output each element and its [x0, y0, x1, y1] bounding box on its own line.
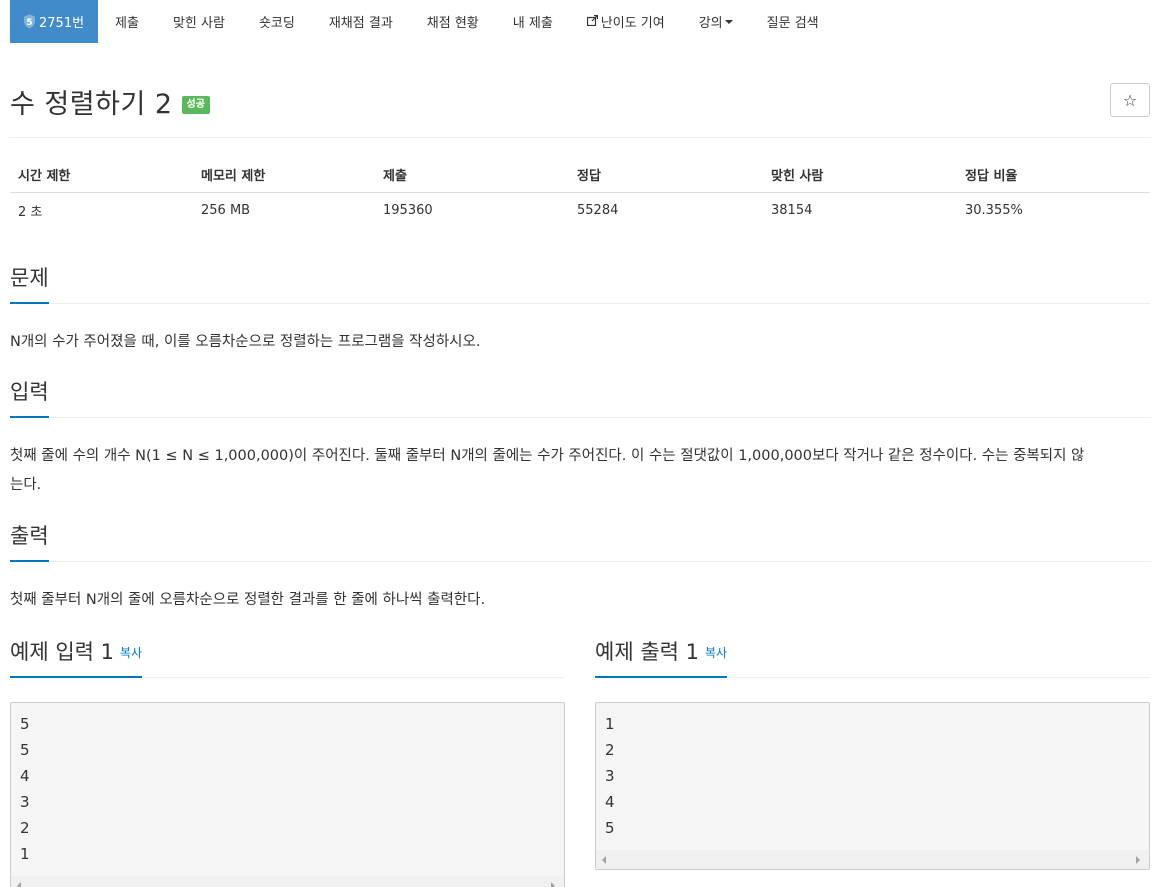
- tab-rejudge-results-label: 재채점 결과: [328, 16, 393, 31]
- sample-input-line: 1: [20, 845, 30, 863]
- tab-submit[interactable]: 제출: [98, 0, 156, 43]
- sample-output-line: 4: [605, 793, 615, 811]
- sample-input-line: 5: [20, 741, 30, 759]
- header-accepted: 정답: [569, 158, 763, 193]
- table-row: 2 초 256 MB 195360 55284 38154 30.355%: [10, 192, 1150, 228]
- tab-problem[interactable]: 5 2751번: [10, 0, 99, 43]
- sample-input-line: 3: [20, 793, 30, 811]
- tab-problem-label: 2751번: [39, 16, 85, 31]
- input-heading: 입력: [10, 376, 49, 418]
- header-time-limit: 시간 제한: [10, 158, 193, 193]
- tab-question-search[interactable]: 질문 검색: [750, 0, 836, 43]
- header-accept-ratio: 정답 비율: [957, 158, 1150, 193]
- solvers-value: 38154: [771, 202, 813, 218]
- description-heading: 문제: [10, 262, 49, 304]
- time-limit-value: 2 초: [18, 204, 43, 220]
- input-section: 입력 첫째 줄에 수의 개수 N(1 ≤ N ≤ 1,000,000)이 주어진…: [10, 376, 1150, 500]
- input-text-line-2: 는다.: [10, 477, 42, 493]
- tab-judge-status[interactable]: 채점 현황: [410, 0, 496, 43]
- page-title: 수 정렬하기 2: [10, 89, 173, 120]
- header-submissions: 제출: [375, 158, 569, 193]
- sample-output-box[interactable]: 1 2 3 4 5: [595, 702, 1150, 870]
- header-memory-limit: 메모리 제한: [193, 158, 375, 193]
- copy-sample-output-button[interactable]: 복사: [705, 646, 727, 660]
- tab-short-coding[interactable]: 숏코딩: [242, 0, 312, 43]
- output-heading: 출력: [10, 520, 49, 562]
- sample-input-line: 2: [20, 819, 30, 837]
- tab-lectures-label: 강의: [698, 16, 723, 31]
- scroll-left-arrow-icon[interactable]: [602, 856, 606, 864]
- sample-input-panel: 예제 입력 1 복사 5 5 4 3 2 1: [10, 636, 565, 887]
- sample-input-box[interactable]: 5 5 4 3 2 1: [10, 702, 565, 887]
- tab-lectures-dropdown[interactable]: 강의: [682, 0, 750, 43]
- tab-short-coding-label: 숏코딩: [258, 16, 295, 31]
- sample-output-line: 2: [605, 741, 615, 759]
- favorite-button[interactable]: ☆: [1110, 83, 1150, 117]
- horizontal-scrollbar[interactable]: [11, 876, 564, 887]
- status-badge: 성공: [181, 95, 210, 114]
- sample-input-heading: 예제 입력 1 복사: [10, 636, 143, 678]
- table-header-row: 시간 제한 메모리 제한 제출 정답 맞힌 사람 정답 비율: [10, 158, 1150, 193]
- problem-title-row: 수 정렬하기 2 성공: [10, 82, 210, 121]
- tab-judge-status-label: 채점 현황: [426, 16, 479, 31]
- star-icon: ☆: [1122, 90, 1138, 110]
- title-divider: [10, 137, 1150, 138]
- problem-nav: 5 2751번 제출 맞힌 사람 숏코딩 재채점 결과 채점 현황 내 제출 난…: [10, 0, 836, 43]
- section-divider: [10, 417, 1150, 418]
- caret-down-icon: [724, 19, 733, 24]
- problem-info-table: 시간 제한 메모리 제한 제출 정답 맞힌 사람 정답 비율 2 초 256 M…: [10, 158, 1150, 228]
- input-text-line-1: 첫째 줄에 수의 개수 N(1 ≤ N ≤ 1,000,000)이 주어진다. …: [10, 448, 1085, 464]
- sample-input-line: 4: [20, 767, 30, 785]
- sample-output-line: 1: [605, 715, 615, 733]
- section-divider: [10, 303, 1150, 304]
- scroll-right-arrow-icon[interactable]: [551, 882, 555, 887]
- tab-solvers[interactable]: 맞힌 사람: [156, 0, 242, 43]
- output-text: 첫째 줄부터 N개의 줄에 오름차순으로 정렬한 결과를 한 줄에 하나씩 출력…: [10, 592, 486, 608]
- output-section: 출력 첫째 줄부터 N개의 줄에 오름차순으로 정렬한 결과를 한 줄에 하나씩…: [10, 520, 1150, 615]
- tab-question-search-label: 질문 검색: [766, 16, 819, 31]
- scroll-left-arrow-icon[interactable]: [17, 882, 21, 887]
- accept-ratio-value: 30.355%: [965, 202, 1023, 218]
- sample-input-title: 예제 입력 1: [10, 640, 114, 664]
- section-divider: [10, 561, 1150, 562]
- tier-badge-icon: 5: [22, 14, 36, 30]
- svg-text:5: 5: [26, 18, 32, 28]
- tab-rejudge-results[interactable]: 재채점 결과: [312, 0, 410, 43]
- accepted-value: 55284: [577, 202, 619, 218]
- scroll-right-arrow-icon[interactable]: [1136, 856, 1140, 864]
- copy-sample-input-button[interactable]: 복사: [120, 646, 142, 660]
- horizontal-scrollbar[interactable]: [596, 850, 1149, 869]
- sample-output-panel: 예제 출력 1 복사 1 2 3 4 5: [595, 636, 1150, 870]
- description-text: N개의 수가 주어졌을 때, 이를 오름차순으로 정렬하는 프로그램을 작성하시…: [10, 334, 481, 350]
- sample-output-line: 3: [605, 767, 615, 785]
- sample-output-line: 5: [605, 819, 615, 837]
- submissions-value: 195360: [383, 202, 433, 218]
- problem-description-section: 문제 N개의 수가 주어졌을 때, 이를 오름차순으로 정렬하는 프로그램을 작…: [10, 262, 1150, 357]
- sample-output-title: 예제 출력 1: [595, 640, 699, 664]
- sample-output-heading: 예제 출력 1 복사: [595, 636, 728, 678]
- tab-difficulty-contribution[interactable]: 난이도 기여: [570, 0, 682, 43]
- tab-difficulty-contribution-label: 난이도 기여: [600, 16, 665, 31]
- tab-submit-label: 제출: [115, 16, 139, 31]
- header-solvers: 맞힌 사람: [763, 158, 957, 193]
- memory-limit-value: 256 MB: [201, 202, 251, 218]
- tab-my-submissions-label: 내 제출: [512, 16, 553, 31]
- sample-input-line: 5: [20, 715, 30, 733]
- tab-solvers-label: 맞힌 사람: [172, 16, 225, 31]
- external-link-icon: [586, 14, 598, 29]
- tab-my-submissions[interactable]: 내 제출: [496, 0, 570, 43]
